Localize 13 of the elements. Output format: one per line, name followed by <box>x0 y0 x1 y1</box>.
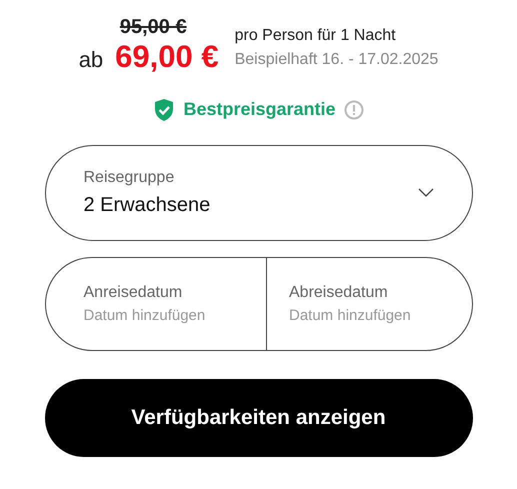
info-icon[interactable] <box>344 100 364 120</box>
date-field[interactable]: Anreisedatum Datum hinzufügen <box>84 280 266 328</box>
price-prefix: ab <box>78 46 104 74</box>
price-unit: pro Person für 1 Nacht <box>234 26 397 46</box>
travel-group-select[interactable]: Reisegruppe 2 Erwachsene <box>44 145 472 241</box>
shield-check-icon <box>153 98 176 122</box>
current-price: 69,00 € <box>115 38 219 76</box>
old-price: 95,00 € <box>120 16 188 38</box>
example-dates: Beispielhaft 16. - 17.02.2025 <box>234 50 438 70</box>
chevron-down-icon <box>418 188 434 198</box>
date-field[interactable]: Abreisedatum Datum hinzufügen <box>289 280 472 328</box>
guarantee-label: Bestpreisgarantie <box>183 98 336 121</box>
availability-button[interactable]: Verfügbarkeiten anzeigen <box>44 379 472 457</box>
